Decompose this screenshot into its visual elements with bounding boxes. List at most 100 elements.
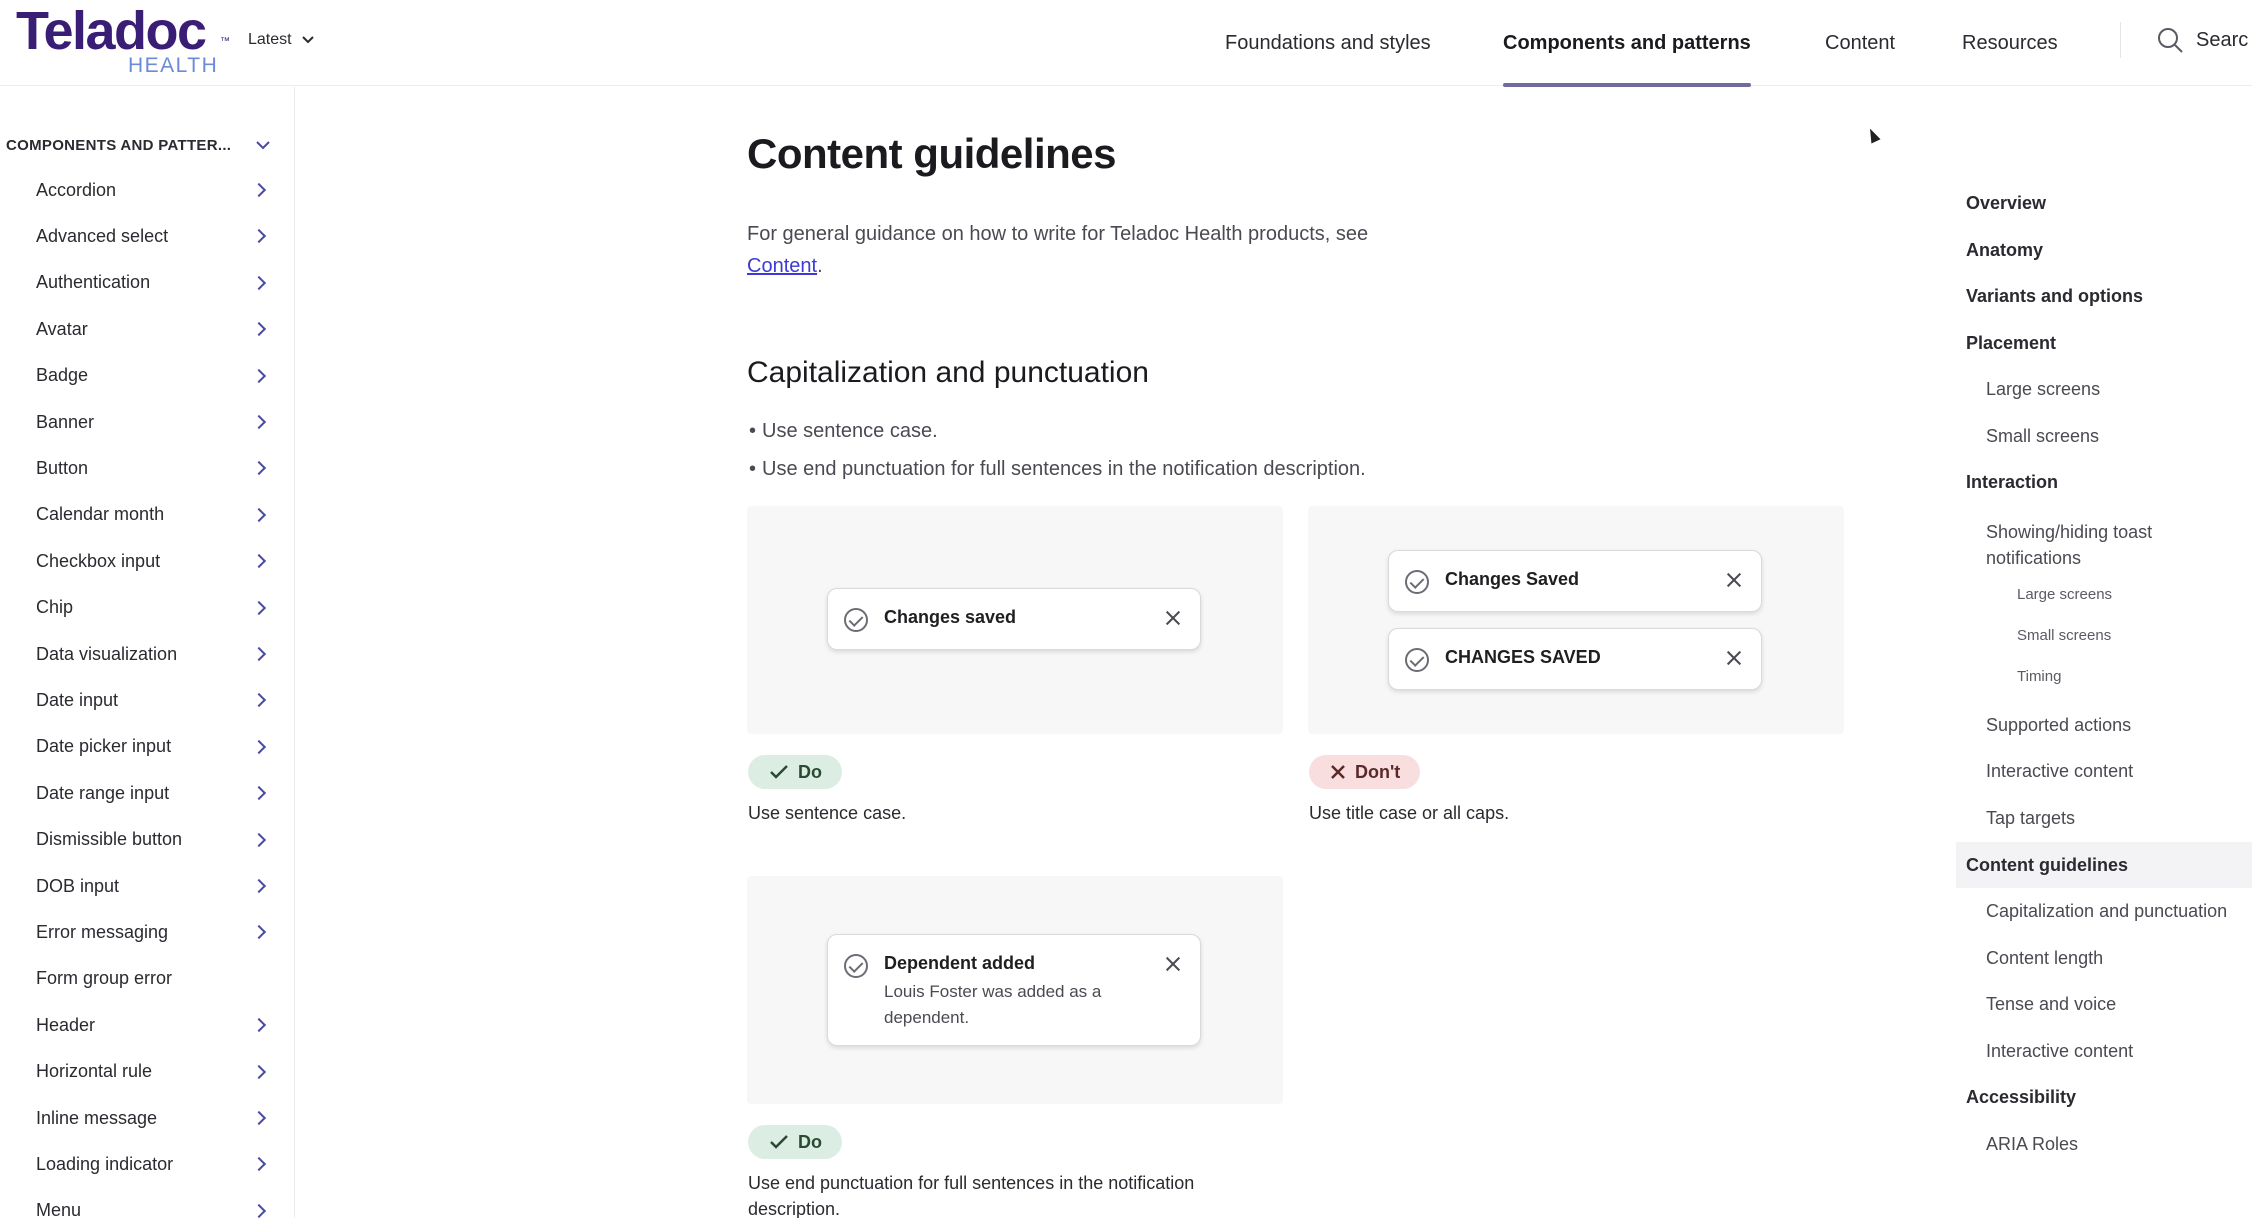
nav-components-and-patterns[interactable]: Components and patterns	[1503, 0, 1751, 87]
chevron-down-icon	[256, 140, 270, 149]
sidebar-item-label: Horizontal rule	[36, 1061, 153, 1082]
badge-label: Do	[798, 1131, 822, 1152]
sidebar-item-menu[interactable]: Menu	[36, 1191, 268, 1218]
version-selector[interactable]: Latest	[248, 28, 314, 52]
intro-period: .	[817, 255, 823, 277]
sidebar-item-label: Chip	[36, 597, 74, 618]
sidebar-item-label: Button	[36, 457, 89, 478]
sidebar-item-avatar[interactable]: Avatar	[36, 309, 268, 349]
toc-item-large-screens[interactable]: Large screens	[1986, 379, 2100, 400]
toc-item-accessibility[interactable]: Accessibility	[1966, 1087, 2076, 1108]
sidebar: COMPONENTS AND PATTER... Accordion Advanc…	[0, 87, 295, 1218]
sidebar-item-form-group-error[interactable]: Form group error	[36, 959, 268, 999]
page-title: Content guidelines	[747, 130, 1117, 177]
sidebar-item-label: Badge	[36, 365, 89, 386]
sidebar-item-authentication[interactable]: Authentication	[36, 263, 268, 303]
sidebar-item-header[interactable]: Header	[36, 1005, 268, 1045]
sidebar-item-dismissible-button[interactable]: Dismissible button	[36, 820, 268, 860]
close-icon[interactable]	[1164, 955, 1182, 973]
do-badge: Do	[748, 755, 842, 789]
check-circle-icon	[844, 608, 868, 632]
toc-item-aria-roles[interactable]: ARIA Roles	[1986, 1134, 2078, 1155]
toast-notification: Changes saved	[827, 588, 1201, 650]
chevron-right-icon	[251, 739, 267, 754]
check-icon	[770, 765, 788, 779]
nav-foundations-and-styles[interactable]: Foundations and styles	[1225, 0, 1431, 86]
nav-resources[interactable]: Resources	[1962, 0, 2058, 86]
toc-item-interactive-content[interactable]: Interactive content	[1986, 761, 2133, 782]
chevron-right-icon	[251, 600, 267, 615]
toc-item-variants-and-options[interactable]: Variants and options	[1966, 286, 2143, 307]
toc-item-interactive-content[interactable]: Interactive content	[1986, 1041, 2133, 1062]
sidebar-item-horizontal-rule[interactable]: Horizontal rule	[36, 1052, 268, 1092]
sidebar-item-button[interactable]: Button	[36, 448, 268, 488]
sidebar-item-label: Dismissible button	[36, 829, 183, 850]
x-icon	[1331, 765, 1345, 779]
chevron-right-icon	[251, 1157, 267, 1172]
sidebar-item-accordion[interactable]: Accordion	[36, 170, 268, 210]
sidebar-section-label: COMPONENTS AND PATTER...	[6, 136, 232, 154]
chevron-right-icon	[251, 693, 267, 708]
close-icon[interactable]	[1164, 609, 1182, 627]
toc-item-showing-hiding-toast-notifications[interactable]: Showing/hiding toast notifications	[1986, 519, 2206, 571]
sidebar-item-date-input[interactable]: Date input	[36, 680, 268, 720]
sidebar-item-data-visualization[interactable]: Data visualization	[36, 634, 268, 674]
chevron-right-icon	[251, 832, 267, 847]
content-link[interactable]: Content	[747, 255, 817, 277]
chevron-down-icon	[301, 36, 314, 44]
bullet-item: Use sentence case.	[749, 420, 938, 443]
toc-item-capitalization-and-punctuation[interactable]: Capitalization and punctuation	[1986, 901, 2227, 922]
toc-item-tense-and-voice[interactable]: Tense and voice	[1986, 994, 2116, 1015]
nav-label: Content	[1825, 31, 1896, 54]
search-icon	[2158, 28, 2183, 53]
chevron-right-icon	[251, 925, 267, 940]
chevron-right-icon	[251, 554, 267, 569]
chevron-right-icon	[251, 1203, 267, 1218]
toc-item-small-screens[interactable]: Small screens	[2017, 627, 2111, 644]
teladoc-health-logo[interactable]: Teladoc ™ HEALTH	[16, 2, 231, 80]
toc-item-supported-actions[interactable]: Supported actions	[1986, 715, 2131, 736]
toc-item-overview[interactable]: Overview	[1966, 193, 2046, 214]
toc-item-content-guidelines[interactable]: Content guidelines	[1966, 855, 2128, 876]
sidebar-item-calendar-month[interactable]: Calendar month	[36, 495, 268, 535]
chevron-right-icon	[251, 507, 267, 522]
toc-item-large-screens[interactable]: Large screens	[2017, 586, 2112, 603]
toc-item-interaction[interactable]: Interaction	[1966, 472, 2058, 493]
toc-item-timing[interactable]: Timing	[2017, 668, 2061, 685]
sidebar-item-dob-input[interactable]: DOB input	[36, 866, 268, 906]
nav-label: Foundations and styles	[1225, 31, 1431, 54]
toc-item-anatomy[interactable]: Anatomy	[1966, 240, 2043, 261]
check-circle-icon	[1405, 570, 1429, 594]
check-circle-icon	[1405, 648, 1429, 672]
header-divider	[2120, 22, 2121, 58]
close-icon[interactable]	[1725, 649, 1743, 667]
sidebar-item-loading-indicator[interactable]: Loading indicator	[36, 1144, 268, 1184]
sidebar-section-toggle[interactable]: COMPONENTS AND PATTER...	[6, 133, 270, 157]
example-panel-do: Changes saved	[747, 506, 1283, 734]
sidebar-item-date-range-input[interactable]: Date range input	[36, 773, 268, 813]
sidebar-item-advanced-select[interactable]: Advanced select	[36, 216, 268, 256]
toc-item-placement[interactable]: Placement	[1966, 333, 2056, 354]
toc-item-content-length[interactable]: Content length	[1986, 948, 2103, 969]
toast-notification: Dependent added Louis Foster was added a…	[827, 934, 1201, 1046]
toast-notification: Changes Saved	[1388, 550, 1762, 612]
close-icon[interactable]	[1725, 571, 1743, 589]
toc-item-tap-targets[interactable]: Tap targets	[1986, 808, 2075, 829]
nav-content[interactable]: Content	[1825, 0, 1895, 86]
sidebar-item-checkbox-input[interactable]: Checkbox input	[36, 541, 268, 581]
toc-item-small-screens[interactable]: Small screens	[1986, 426, 2099, 447]
sidebar-item-chip[interactable]: Chip	[36, 588, 268, 628]
sidebar-item-label: Avatar	[36, 318, 88, 339]
sidebar-item-badge[interactable]: Badge	[36, 356, 268, 396]
example-caption: Use sentence case.	[748, 803, 907, 823]
badge-label: Do	[798, 761, 822, 782]
toast-title: CHANGES SAVED	[1445, 647, 1601, 667]
mouse-cursor	[1865, 126, 1881, 144]
sidebar-item-banner[interactable]: Banner	[36, 402, 268, 442]
toast-notification: CHANGES SAVED	[1388, 628, 1762, 690]
sidebar-item-error-messaging[interactable]: Error messaging	[36, 912, 268, 952]
search-button[interactable]: Searc	[2156, 22, 2248, 58]
sidebar-item-inline-message[interactable]: Inline message	[36, 1098, 268, 1138]
sidebar-item-date-picker-input[interactable]: Date picker input	[36, 727, 268, 767]
chevron-right-icon	[251, 1064, 267, 1079]
